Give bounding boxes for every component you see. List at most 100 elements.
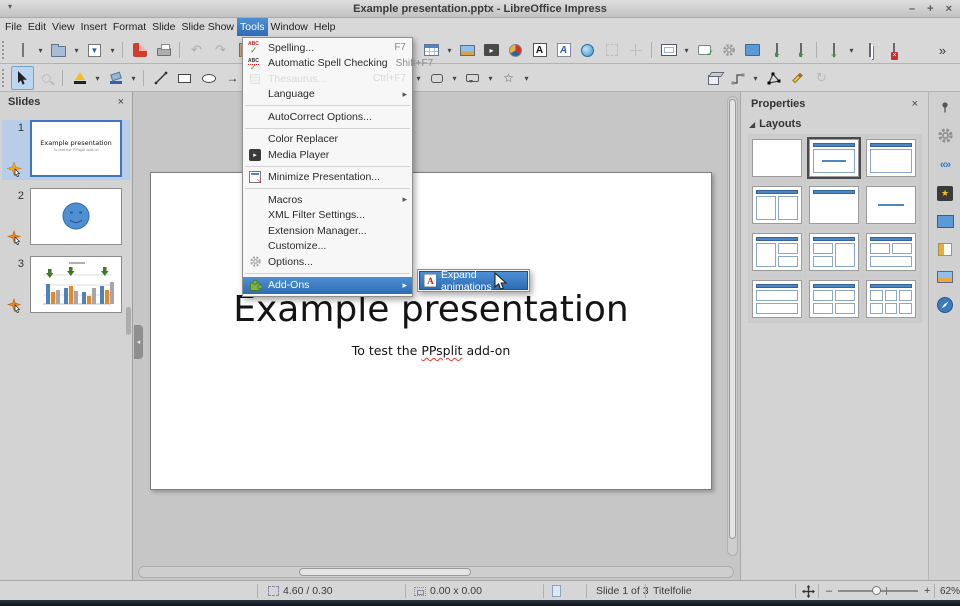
tab-slide-transition[interactable]: «» xyxy=(932,152,958,178)
connector-button[interactable] xyxy=(726,66,749,90)
duplicate-slide-button[interactable] xyxy=(858,38,881,62)
layout-centered-text[interactable] xyxy=(866,186,916,224)
horizontal-scrollbar[interactable] xyxy=(138,566,734,578)
tab-table-design[interactable] xyxy=(932,236,958,262)
symbol-shapes-dropdown[interactable] xyxy=(413,66,424,90)
menu-edit[interactable]: Edit xyxy=(25,18,49,36)
start-from-current-button[interactable] xyxy=(789,38,812,62)
fill-color-dropdown[interactable] xyxy=(128,66,139,90)
zoom-level[interactable]: 62% xyxy=(940,581,960,601)
sidebar-settings-button[interactable] xyxy=(932,94,958,120)
menu-view[interactable]: View xyxy=(49,18,78,36)
basic-shapes-dropdown[interactable] xyxy=(449,66,460,90)
new-presentation-button[interactable] xyxy=(11,38,34,62)
layout-title-content-selected[interactable] xyxy=(809,139,859,177)
document-modified-icon[interactable] xyxy=(552,585,561,597)
zoom-slider-handle[interactable] xyxy=(872,586,881,595)
open-dropdown[interactable] xyxy=(71,38,82,62)
menu-item-macros[interactable]: Macros▸ xyxy=(243,192,412,208)
layout-title-two-content[interactable] xyxy=(752,186,802,224)
layout-title-only[interactable] xyxy=(809,186,859,224)
menu-item-customize[interactable]: Customize... xyxy=(243,239,412,255)
star-shapes-dropdown[interactable] xyxy=(521,66,532,90)
print-button[interactable] xyxy=(152,38,175,62)
star-shapes-button[interactable] xyxy=(497,66,520,90)
save-dropdown[interactable] xyxy=(107,38,118,62)
layouts-section-header[interactable]: ◢Layouts xyxy=(749,118,801,130)
tab-master-slides[interactable] xyxy=(932,208,958,234)
menu-file[interactable]: File xyxy=(2,18,25,36)
new-slide-button[interactable] xyxy=(822,38,845,62)
select-tool-button[interactable] xyxy=(11,66,34,90)
slide-canvas[interactable]: Example presentation To test the PPsplit… xyxy=(150,172,712,490)
menu-item-options[interactable]: Options... xyxy=(243,254,412,270)
save-button[interactable] xyxy=(83,38,106,62)
ellipse-tool-button[interactable] xyxy=(197,66,220,90)
insert-chart-button[interactable] xyxy=(504,38,527,62)
line-color-button[interactable] xyxy=(68,66,91,90)
hyperlink-button[interactable] xyxy=(576,38,599,62)
menu-item-media-player[interactable]: Media Player xyxy=(243,147,412,163)
window-menu-icon[interactable]: ▾ xyxy=(8,2,12,11)
zoom-out-button[interactable]: – xyxy=(826,581,832,601)
tab-gallery[interactable] xyxy=(932,264,958,290)
tab-navigator[interactable] xyxy=(932,292,958,318)
slide-thumbnail-row-1[interactable]: 1 Example presentation To test the PPspl… xyxy=(2,120,130,180)
slide-title-text[interactable]: Example presentation xyxy=(151,289,711,330)
tab-properties[interactable] xyxy=(932,122,958,148)
properties-panel-close-button[interactable]: × xyxy=(912,98,918,110)
glue-points-button[interactable] xyxy=(786,66,809,90)
open-button[interactable] xyxy=(47,38,70,62)
menu-item-language[interactable]: Language▸ xyxy=(243,87,412,103)
close-button[interactable]: × xyxy=(946,0,952,18)
delete-slide-button[interactable] xyxy=(882,38,905,62)
fontwork-button[interactable]: A xyxy=(552,38,575,62)
zoom-in-button[interactable]: + xyxy=(924,581,930,601)
layout-two-content-over-content[interactable] xyxy=(866,233,916,271)
display-mode-button[interactable] xyxy=(741,38,764,62)
menu-item-expand-animations[interactable]: A Expand animations xyxy=(419,271,528,290)
insert-textbox-button[interactable]: A xyxy=(528,38,551,62)
start-slideshow-button[interactable] xyxy=(765,38,788,62)
new-slide-dropdown[interactable] xyxy=(846,38,857,62)
slide-1-thumbnail[interactable]: Example presentation To test the PPsplit… xyxy=(30,120,122,177)
toolbar-grip[interactable] xyxy=(2,69,8,87)
layout-four-content[interactable] xyxy=(809,280,859,318)
master-slide-button[interactable] xyxy=(657,38,680,62)
menu-help[interactable]: Help xyxy=(311,18,339,36)
new-dropdown[interactable] xyxy=(35,38,46,62)
menu-item-xml-filter-settings[interactable]: XML Filter Settings... xyxy=(243,208,412,224)
callout-shapes-dropdown[interactable] xyxy=(485,66,496,90)
fill-color-button[interactable] xyxy=(104,66,127,90)
slide-thumbnail-row-3[interactable]: 3 xyxy=(2,256,130,316)
layout-content-over-content[interactable] xyxy=(752,280,802,318)
insert-image-button[interactable] xyxy=(456,38,479,62)
menu-insert[interactable]: Insert xyxy=(78,18,110,36)
slide-3-thumbnail[interactable] xyxy=(30,256,122,313)
vertical-scrollbar[interactable] xyxy=(727,96,738,556)
toolbar-grip[interactable] xyxy=(2,41,8,59)
layout-content-two-content[interactable] xyxy=(752,233,802,271)
slide-subtitle-text[interactable]: To test the PPsplit add-on xyxy=(151,343,711,358)
menu-item-spelling[interactable]: ABC✓Spelling...F7 xyxy=(243,40,412,56)
slide-thumbnail-row-2[interactable]: 2 xyxy=(2,188,130,248)
menu-item-autocorrect-options[interactable]: AutoCorrect Options... xyxy=(243,109,412,125)
connector-dropdown[interactable] xyxy=(750,66,761,90)
slide-2-thumbnail[interactable] xyxy=(30,188,122,245)
menu-slide-show[interactable]: Slide Show xyxy=(178,18,237,36)
menu-slide[interactable]: Slide xyxy=(149,18,178,36)
zoom-slider[interactable] xyxy=(838,590,918,592)
menu-item-add-ons[interactable]: Add-Ons▸ xyxy=(243,277,412,294)
menu-format[interactable]: Format xyxy=(110,18,149,36)
arrow-tool-button[interactable] xyxy=(221,66,244,90)
layout-two-content-content[interactable] xyxy=(809,233,859,271)
insert-media-button[interactable] xyxy=(480,38,503,62)
horizontal-scrollbar-thumb[interactable] xyxy=(299,568,471,576)
tab-animation[interactable]: ★ xyxy=(932,180,958,206)
slides-panel-close-button[interactable]: × xyxy=(118,96,124,108)
line-color-dropdown[interactable] xyxy=(92,66,103,90)
layout-title-content[interactable] xyxy=(866,139,916,177)
layout-blank[interactable] xyxy=(752,139,802,177)
menu-window[interactable]: Window xyxy=(268,18,311,36)
slide-properties-button[interactable] xyxy=(717,38,740,62)
